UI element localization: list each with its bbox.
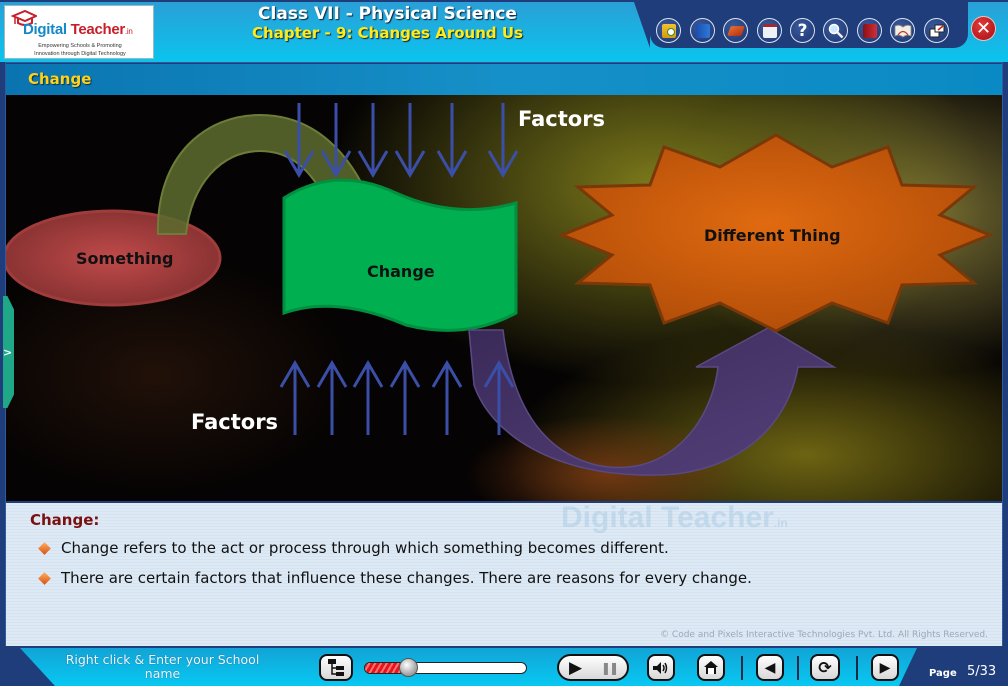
diamond-bullet-icon (38, 571, 51, 585)
change-shape (282, 178, 518, 332)
bullet-item: There are certain factors that influence… (38, 569, 752, 587)
section-title: Change (28, 70, 92, 88)
logo-wordmark: Digital Teacher.in (23, 21, 133, 38)
folder-clock-icon (661, 23, 676, 38)
restore-window-button[interactable] (924, 18, 949, 43)
speaker-icon (653, 661, 668, 674)
history-button[interactable] (656, 18, 681, 43)
curve-arrow-out (468, 327, 837, 476)
section-bar: Change (6, 64, 1002, 95)
text-panel: Digital Teacher.in Change: Change refers… (6, 501, 1002, 646)
bullet-text: Change refers to the act or process thro… (61, 539, 669, 557)
glossary-button[interactable] (890, 18, 915, 43)
logo-teacher: Teacher (70, 21, 126, 38)
previous-icon: ◀ (764, 659, 776, 676)
page-label: Page (929, 668, 957, 679)
separator (856, 656, 858, 680)
help-icon: ? (797, 20, 808, 41)
side-panel-toggle[interactable]: > (3, 296, 14, 408)
change-label: Change (367, 262, 435, 281)
dictionary-icon (862, 23, 877, 38)
previous-button[interactable]: ◀ (756, 654, 784, 681)
dictionary-button[interactable] (857, 18, 882, 43)
drawing-tablet-icon (726, 25, 745, 36)
help-button[interactable]: ? (790, 18, 815, 43)
factor-arrow (389, 360, 421, 435)
toolbar: ? (634, 2, 968, 48)
progress-knob[interactable] (399, 658, 418, 677)
something-label: Something (76, 249, 174, 268)
change-diagram (6, 103, 995, 476)
replay-button[interactable]: ⟳ (810, 654, 840, 681)
footer-wedge (0, 648, 55, 686)
zoom-icon (828, 23, 843, 38)
zoom-button[interactable] (823, 18, 848, 43)
index-button[interactable] (319, 654, 353, 681)
factors-bottom-label: Factors (191, 410, 279, 434)
book-icon (695, 23, 710, 38)
chevron-right-icon: > (3, 345, 13, 359)
next-button[interactable]: ▶ (871, 654, 899, 681)
header: Digital Teacher.in Empowering Schools & … (0, 0, 1008, 62)
watermark-text: Digital Teacher (561, 501, 774, 534)
watermark: Digital Teacher.in (561, 501, 788, 535)
logo-tagline-2: Innovation through Digital Technology (34, 51, 126, 57)
home-icon (704, 661, 718, 674)
sitemap-icon (328, 658, 344, 676)
pause-icon[interactable]: ❚❚ (601, 661, 619, 675)
different-thing-label: Different Thing (704, 226, 841, 245)
chapter-title: Chapter - 9: Changes Around Us (252, 24, 523, 42)
draw-button[interactable] (723, 18, 748, 43)
page-number: 5/33 (967, 664, 997, 679)
separator (741, 656, 743, 680)
logo-tagline-1: Empowering Schools & Promoting (38, 43, 122, 49)
window-resize-icon (929, 24, 944, 37)
play-pause-button[interactable]: ▶ ❚❚ (557, 654, 629, 681)
footer: Right click & Enter your School name ▶ ❚… (0, 648, 1008, 686)
factor-arrow (279, 360, 311, 435)
diagram-stage: Factors Factors Something Change Differe… (6, 95, 1002, 501)
audio-button[interactable] (647, 654, 675, 681)
logo-digital: Digital (23, 21, 67, 38)
panel-heading: Change: (30, 511, 100, 529)
close-button[interactable]: ✕ (971, 16, 996, 41)
watermark-suffix: .in (773, 516, 788, 530)
notepad-icon (762, 23, 777, 38)
factor-arrow (316, 360, 348, 435)
factors-top-label: Factors (518, 107, 606, 131)
school-name-field[interactable]: Right click & Enter your School name (60, 653, 265, 681)
next-icon: ▶ (879, 659, 891, 676)
factor-arrow (436, 103, 468, 178)
close-icon: ✕ (975, 18, 992, 39)
replay-icon: ⟳ (818, 658, 832, 677)
logo-suffix: .in (124, 27, 133, 36)
course-title: Class VII - Physical Science (258, 4, 517, 24)
factor-arrow (431, 360, 463, 435)
separator (797, 656, 799, 680)
notes-button[interactable] (757, 18, 782, 43)
play-icon[interactable]: ▶ (569, 658, 582, 678)
progress-bar[interactable] (364, 662, 527, 674)
page-indicator: Page 5/33 (899, 648, 1008, 686)
factor-arrow (352, 360, 384, 435)
bullet-item: Change refers to the act or process thro… (38, 539, 669, 557)
factor-arrow (487, 103, 519, 178)
copyright: © Code and Pixels Interactive Technologi… (660, 630, 988, 640)
logo: Digital Teacher.in Empowering Schools & … (4, 5, 154, 59)
open-book-icon (894, 24, 911, 37)
bullet-text: There are certain factors that influence… (61, 569, 752, 587)
title-block: Class VII - Physical Science Chapter - 9… (190, 4, 585, 42)
home-button[interactable] (697, 654, 725, 681)
factor-arrow (357, 103, 389, 178)
diamond-bullet-icon (38, 541, 51, 555)
book-button[interactable] (690, 18, 715, 43)
factor-arrow (394, 103, 426, 178)
